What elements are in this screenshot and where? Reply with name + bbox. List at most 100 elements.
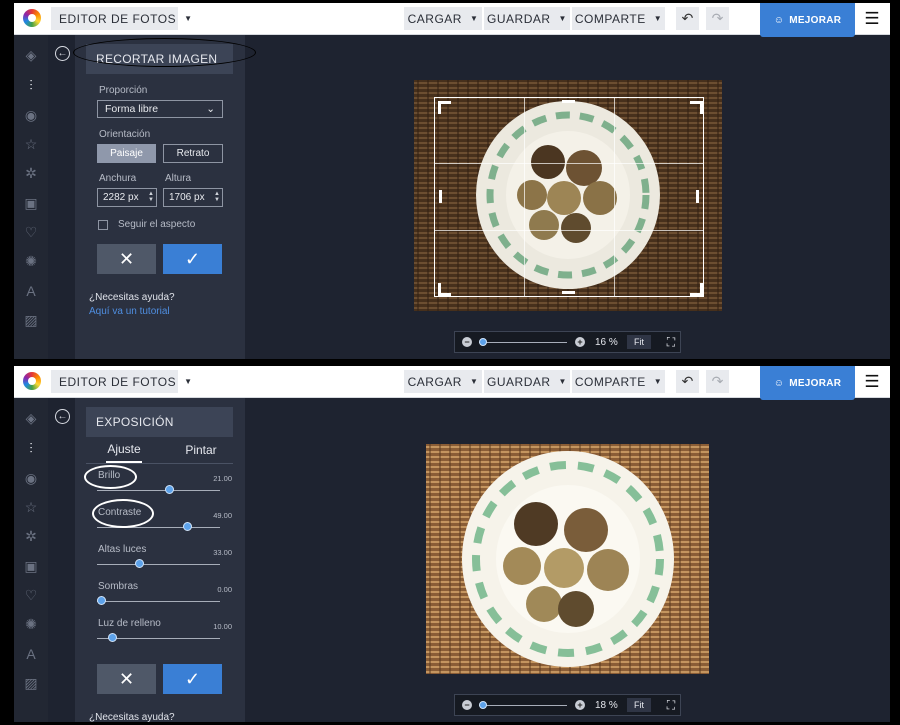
crop-handle[interactable] (562, 291, 575, 294)
chevron-down-icon: ▼ (558, 14, 567, 23)
eye-icon[interactable]: ◉ (23, 470, 39, 486)
slider-track[interactable] (97, 485, 220, 494)
guardar-button[interactable]: GUARDAR ▼ (484, 7, 570, 30)
redo-icon[interactable]: ↷ (706, 7, 729, 30)
guardar-button[interactable]: GUARDAR ▼ (484, 370, 570, 393)
fullscreen-icon[interactable]: ⛶ (660, 696, 682, 714)
sliders-icon[interactable]: ⫶ (23, 77, 39, 93)
tool-rail: ◈ ⫶ ◉ ☆ ✲ ▣ ♡ ✺ A ▨ (14, 35, 48, 359)
star-icon[interactable]: ☆ (23, 499, 39, 515)
tutorial-link[interactable]: Aquí va un tutorial (89, 306, 170, 317)
chevron-down-icon: ▼ (653, 377, 663, 386)
stepper-icon[interactable]: ▲ ▼ (214, 191, 220, 203)
gear-icon[interactable]: ✲ (23, 165, 39, 181)
eye-icon[interactable]: ◉ (23, 107, 39, 123)
crop-handle[interactable] (696, 190, 699, 203)
slider-track[interactable] (97, 596, 220, 605)
chevron-down-icon: ⌄ (206, 103, 215, 115)
star-icon[interactable]: ☆ (23, 136, 39, 152)
width-input[interactable]: 2282 px ▲ ▼ (97, 188, 157, 207)
gear-icon[interactable]: ✲ (23, 528, 39, 544)
exposure-panel: EXPOSICIÓN Ajuste Pintar Brillo 21.00 Cont… (75, 398, 245, 722)
heart-icon[interactable]: ♡ (23, 587, 39, 603)
heart-icon[interactable]: ♡ (23, 224, 39, 240)
text-icon[interactable]: A (23, 283, 39, 299)
grid-line (434, 163, 704, 164)
texture-icon[interactable]: ▨ (23, 675, 39, 691)
back-arrow-icon[interactable]: ← (55, 409, 70, 424)
app-logo[interactable] (23, 9, 41, 27)
redo-icon[interactable]: ↷ (706, 370, 729, 393)
tab-ajuste[interactable]: Ajuste (106, 437, 142, 463)
keep-aspect-checkbox[interactable] (98, 220, 108, 230)
height-label: Altura (165, 173, 192, 184)
comparte-button[interactable]: COMPARTE ▼ (572, 370, 665, 393)
slider-knob[interactable] (97, 596, 106, 605)
app-logo[interactable] (23, 372, 41, 390)
slider-knob[interactable] (183, 522, 192, 531)
badge-icon[interactable]: ✺ (23, 616, 39, 632)
mejorar-label: MEJORAR (789, 14, 842, 26)
zoom-in-icon[interactable]: + (575, 337, 585, 347)
fit-button[interactable]: Fit (627, 335, 651, 349)
sliders-icon[interactable]: ⫶ (23, 440, 39, 456)
mejorar-button[interactable]: ☺ MEJORAR (760, 3, 855, 37)
zoom-knob[interactable] (479, 338, 487, 346)
slider-knob[interactable] (108, 633, 117, 642)
photo-canvas[interactable] (426, 444, 709, 674)
cancel-button[interactable]: ✕ (97, 244, 156, 274)
landscape-button[interactable]: Paisaje (97, 144, 156, 163)
cancel-button[interactable]: ✕ (97, 664, 156, 694)
fullscreen-icon[interactable]: ⛶ (660, 333, 682, 351)
zoom-knob[interactable] (479, 701, 487, 709)
apply-button[interactable]: ✓ (163, 244, 222, 274)
frame-icon[interactable]: ▣ (23, 195, 39, 211)
texture-icon[interactable]: ▨ (23, 312, 39, 328)
zoom-slider[interactable] (479, 342, 567, 343)
photo-canvas[interactable] (414, 80, 722, 311)
slider-track[interactable] (97, 633, 220, 642)
crop-handle[interactable] (438, 101, 451, 114)
stepper-icon[interactable]: ▲ ▼ (148, 191, 154, 203)
fit-button[interactable]: Fit (627, 698, 651, 712)
mejorar-button[interactable]: ☺ MEJORAR (760, 366, 855, 400)
crop-handle[interactable] (439, 190, 442, 203)
exposure-screenshot: EDITOR DE FOTOS ▼ CARGAR ▼ GUARDAR ▼ COMPAR… (14, 366, 890, 722)
slider-track[interactable] (97, 559, 220, 568)
app-menu-button[interactable]: EDITOR DE FOTOS ▼ (51, 7, 192, 30)
undo-icon[interactable]: ↶ (676, 7, 699, 30)
cargar-button[interactable]: CARGAR ▼ (404, 370, 482, 393)
height-input[interactable]: 1706 px ▲ ▼ (163, 188, 223, 207)
portrait-button[interactable]: Retrato (163, 144, 223, 163)
apply-button[interactable]: ✓ (163, 664, 222, 694)
crop-box[interactable] (434, 97, 704, 297)
zoom-in-icon[interactable]: + (575, 700, 585, 710)
crop-handle[interactable] (690, 101, 703, 114)
crop-handle[interactable] (438, 283, 451, 296)
comparte-button[interactable]: COMPARTE ▼ (572, 7, 665, 30)
app-menu-button[interactable]: EDITOR DE FOTOS ▼ (51, 370, 192, 393)
tab-pintar[interactable]: Pintar (176, 437, 226, 463)
badge-icon[interactable]: ✺ (23, 253, 39, 269)
layers-icon[interactable]: ◈ (23, 410, 39, 426)
comparte-label: COMPARTE (574, 11, 646, 26)
zoom-out-icon[interactable]: − (462, 700, 472, 710)
zoom-out-icon[interactable]: − (462, 337, 472, 347)
layers-icon[interactable]: ◈ (23, 47, 39, 63)
slider-value: 33.00 (213, 548, 232, 557)
help-text: ¿Necesitas ayuda? (89, 292, 175, 303)
crop-handle[interactable] (690, 283, 703, 296)
frame-icon[interactable]: ▣ (23, 558, 39, 574)
slider-knob[interactable] (165, 485, 174, 494)
hamburger-menu-icon[interactable]: ☰ (862, 8, 882, 30)
crop-handle[interactable] (562, 100, 575, 103)
back-arrow-icon[interactable]: ← (55, 46, 70, 61)
cargar-button[interactable]: CARGAR ▼ (404, 7, 482, 30)
zoom-slider[interactable] (479, 705, 567, 706)
slider-value: 10.00 (213, 622, 232, 631)
text-icon[interactable]: A (23, 646, 39, 662)
proportion-select[interactable]: Forma libre ⌄ (97, 100, 223, 118)
slider-knob[interactable] (135, 559, 144, 568)
undo-icon[interactable]: ↶ (676, 370, 699, 393)
hamburger-menu-icon[interactable]: ☰ (862, 371, 882, 393)
